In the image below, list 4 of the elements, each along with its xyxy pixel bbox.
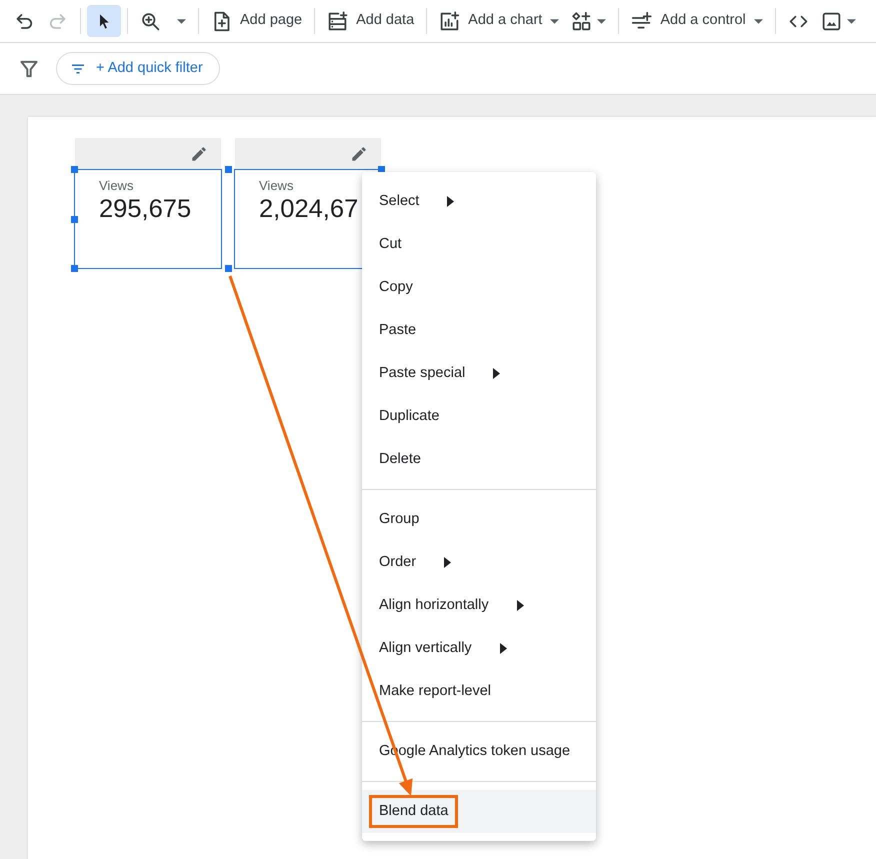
scorecard-value: 295,675 xyxy=(99,194,192,224)
scorecard-label: Views xyxy=(259,178,294,194)
scorecard-value: 2,024,67 xyxy=(259,194,360,224)
scorecard-label: Views xyxy=(99,178,134,194)
